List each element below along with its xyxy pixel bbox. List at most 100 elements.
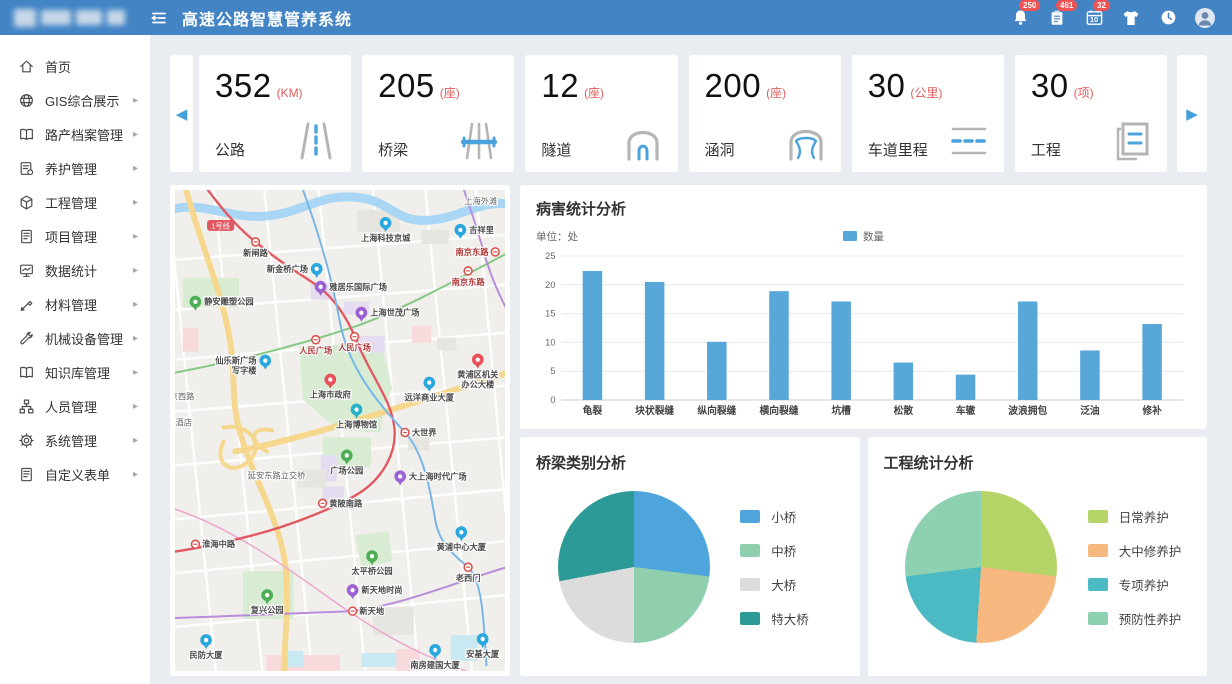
legend-label: 特大桥 [771,609,809,628]
svg-text:新闸路: 新闸路 [243,248,268,258]
sidebar-item-label: 路产档案管理 [45,125,133,144]
chevron-right-icon: ▸ [133,469,138,480]
disease-bar-chart[interactable]: 0510152025龟裂块状裂缝纵向裂缝横向裂缝坑槽松散车辙波浪拥包泛油修补 [536,248,1191,420]
sidebar-item-machine[interactable]: 机械设备管理▸ [0,321,150,355]
sidebar-item-system[interactable]: 系统管理▸ [0,423,150,457]
svg-text:车辙: 车辙 [956,404,976,417]
svg-text:民防大厦: 民防大厦 [190,650,224,660]
clipboard-icon[interactable]: 461 [1046,7,1068,29]
legend-item[interactable]: 大桥 [740,575,809,594]
metro-station-marker[interactable]: 黄陂南路 [319,498,363,508]
sidebar-item-material[interactable]: 材料管理▸ [0,287,150,321]
svg-text:大上海时代广场: 大上海时代广场 [409,471,467,481]
calendar-icon[interactable]: 10 32 [1083,7,1105,29]
stat-value: 200 [705,67,762,105]
svg-text:块状裂缝: 块状裂缝 [635,404,674,417]
stat-card-车道里程[interactable]: 30(公里)车道里程 [852,55,1004,172]
sidebar-item-maintain[interactable]: 养护管理▸ [0,151,150,185]
legend-item[interactable]: 中桥 [740,541,809,560]
map-label: 上海外滩 [464,196,497,206]
shirt-icon[interactable] [1120,7,1142,29]
stat-unit: (KM) [277,86,303,100]
bridge-category-pie[interactable] [558,491,710,643]
orgchart-icon [18,398,35,415]
svg-text:雅居乐国际广场: 雅居乐国际广场 [329,282,387,292]
stat-card-公路[interactable]: 352 (KM) 公路 [199,55,351,172]
svg-text:复兴公园: 复兴公园 [250,605,284,615]
svg-text:波浪拥包: 波浪拥包 [1008,404,1047,417]
svg-text:黄陂南路: 黄陂南路 [329,498,363,508]
stat-value: 352 [215,67,272,105]
sidebar-menu: 首页GIS综合展示▸路产档案管理▸养护管理▸工程管理▸项目管理▸数据统计▸材料管… [0,35,150,684]
sidebar-item-label: 系统管理 [45,431,133,450]
bell-badge: 250 [1019,0,1040,11]
engineering-stats-title: 工程统计分析 [884,452,1192,473]
legend-swatch [740,510,760,523]
wrench-icon [18,330,35,347]
stat-card-桥梁[interactable]: 205(座)桥梁 [362,55,514,172]
stat-unit: (项) [1074,86,1094,100]
city-map[interactable]: 1号线新闸路南京东路南京东路人民广场人民广场大世界黄陂南路淮海中路老西门新天地上… [175,190,505,671]
calendar-badge: 32 [1093,0,1110,11]
home-icon [18,58,35,75]
stat-card-涵洞[interactable]: 200(座)涵洞 [689,55,841,172]
stat-value: 12 [541,67,579,105]
chevron-right-icon: ▸ [133,231,138,242]
legend-swatch [740,544,760,557]
legend-swatch [1088,544,1108,557]
avatar[interactable] [1194,7,1216,29]
menu-toggle-icon[interactable] [150,9,168,27]
metro-station-marker[interactable]: 淮海中路 [192,539,236,549]
svg-text:太平桥公园: 太平桥公园 [350,566,392,576]
stat-label: 公路 [215,139,245,160]
metro-station-marker[interactable]: 新天地 [349,606,385,616]
svg-text:20: 20 [545,280,555,290]
sidebar-item-label: 知识库管理 [45,363,133,382]
sidebar-item-gis[interactable]: GIS综合展示▸ [0,83,150,117]
sidebar-item-home[interactable]: 首页 [0,49,150,83]
svg-text:静安雕塑公园: 静安雕塑公园 [204,297,253,307]
sidebar-item-project[interactable]: 项目管理▸ [0,219,150,253]
metro-station-marker[interactable]: 南京东路 [456,247,500,257]
sidebar-item-people[interactable]: 人员管理▸ [0,389,150,423]
clock-icon[interactable] [1157,7,1179,29]
svg-text:龟裂: 龟裂 [583,404,603,417]
legend-item[interactable]: 大中修养护 [1088,541,1182,560]
doc-list-icon [18,228,35,245]
chevron-right-icon: ▸ [133,163,138,174]
legend-item[interactable]: 特大桥 [740,609,809,628]
legend-item[interactable]: 专项养护 [1088,575,1182,594]
engineering-stats-legend: 日常养护大中修养护专项养护预防性养护 [1088,507,1182,628]
sidebar-item-engineer[interactable]: 工程管理▸ [0,185,150,219]
stat-card-隧道[interactable]: 12(座)隧道 [525,55,677,172]
sidebar-item-knowledge[interactable]: 知识库管理▸ [0,355,150,389]
legend-item[interactable]: 小桥 [740,507,809,526]
sidebar-item-stats[interactable]: 数据统计▸ [0,253,150,287]
legend-swatch [1088,510,1108,523]
metro-station-marker[interactable]: 大世界 [401,427,437,437]
legend-swatch [740,612,760,625]
culvert-icon [783,118,829,164]
page-title: 高速公路智慧管养系统 [182,6,352,30]
sidebar-item-archives[interactable]: 路产档案管理▸ [0,117,150,151]
sidebar-item-label: 数据统计 [45,261,133,280]
svg-text:修补: 修补 [1141,404,1162,417]
carousel-prev-button[interactable]: ◀ [170,55,193,172]
legend-item[interactable]: 日常养护 [1088,507,1182,526]
chevron-right-icon: ▸ [133,401,138,412]
chevron-right-icon: ▸ [133,367,138,378]
map-label: 延安东路立交桥 [248,470,306,480]
bell-icon[interactable]: 250 [1009,7,1031,29]
sidebar-item-label: 项目管理 [45,227,133,246]
cube-icon [18,194,35,211]
stat-card-工程[interactable]: 30(项)工程 [1015,55,1167,172]
legend-item[interactable]: 预防性养护 [1088,609,1182,628]
stat-value: 205 [378,67,435,105]
engineering-stats-pie[interactable] [905,491,1057,643]
book-icon [18,126,35,143]
carousel-next-button[interactable]: ▶ [1177,55,1207,172]
svg-text:上海世茂广场: 上海世茂广场 [370,308,420,318]
legend-swatch [1088,578,1108,591]
sidebar-item-form[interactable]: 自定义表单▸ [0,457,150,491]
svg-text:10: 10 [545,337,555,347]
